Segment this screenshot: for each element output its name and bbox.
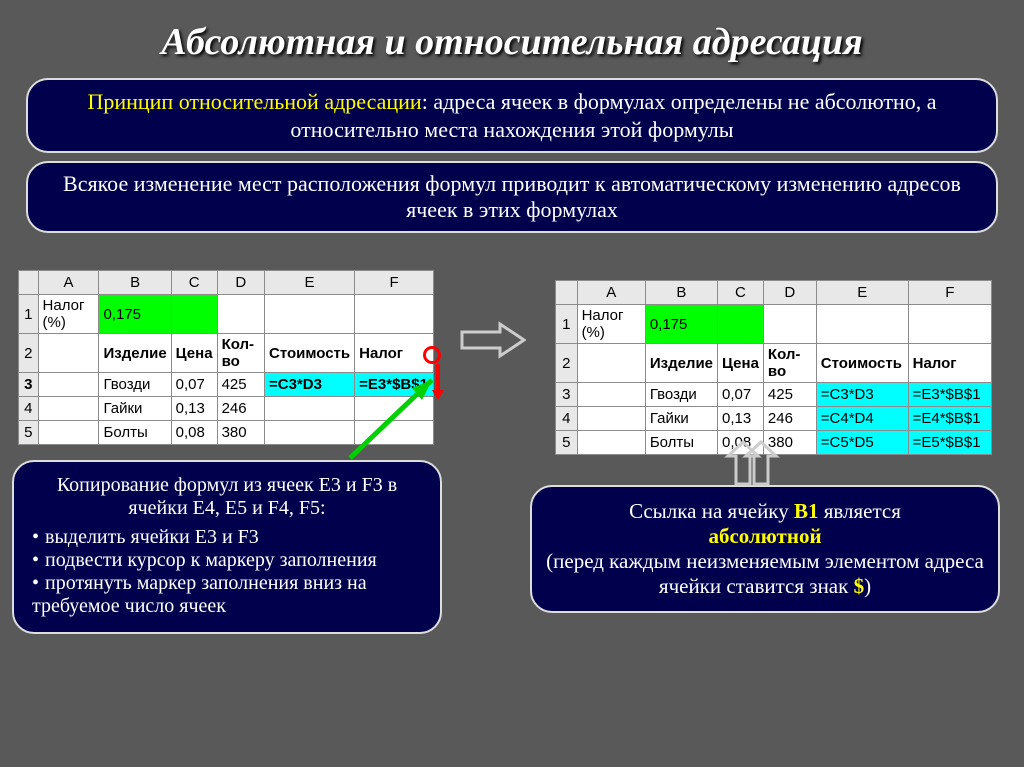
slide-title: Абсолютная и относительная адресация	[18, 20, 1006, 64]
cell-green	[171, 295, 217, 334]
cell: 0,13	[718, 407, 764, 431]
copy-heading: Копирование формул из ячеек E3 и F3 в яч…	[32, 474, 422, 520]
col-header: B	[645, 281, 717, 305]
ref-cell-name: B1	[794, 499, 819, 523]
cell: 246	[763, 407, 816, 431]
row-header: 5	[19, 421, 39, 445]
principle-box: Принцип относительной адресации: адреса …	[26, 78, 998, 153]
cell	[355, 295, 434, 334]
cell: Стоимость	[816, 344, 908, 383]
ref-text: Ссылка на ячейку	[629, 499, 794, 523]
cell: Стоимость	[264, 334, 354, 373]
cell-formula: =E5*$B$1	[908, 431, 991, 455]
cell: 380	[217, 421, 264, 445]
col-header: D	[217, 271, 264, 295]
col-header: E	[264, 271, 354, 295]
col-header: A	[577, 281, 645, 305]
cell	[816, 305, 908, 344]
cell-formula: =E3*$B$1	[908, 383, 991, 407]
cell: Цена	[171, 334, 217, 373]
cell-green: 0,175	[645, 305, 717, 344]
col-header: C	[718, 281, 764, 305]
row-header: 3	[19, 373, 39, 397]
fill-handle-circle-icon	[423, 346, 441, 364]
cell: Налог	[908, 344, 991, 383]
copy-step: подвести курсор к маркеру заполнения	[32, 549, 422, 572]
cell-formula: =C5*D5	[816, 431, 908, 455]
cell: Гайки	[645, 407, 717, 431]
col-header: A	[38, 271, 99, 295]
cell	[38, 397, 99, 421]
up-arrows-icon	[720, 440, 780, 486]
cell: Кол-во	[763, 344, 816, 383]
cell-formula: =C4*D4	[816, 407, 908, 431]
cell	[38, 334, 99, 373]
cell	[38, 421, 99, 445]
cell: Налог (%)	[577, 305, 645, 344]
corner-cell	[556, 281, 578, 305]
ref-absolute-word: абсолютной	[708, 524, 821, 548]
cell	[908, 305, 991, 344]
cell: Изделие	[645, 344, 717, 383]
cell: Кол-во	[217, 334, 264, 373]
cell: 425	[763, 383, 816, 407]
cell: 0,08	[171, 421, 217, 445]
principle-highlight: Принцип относительной адресации	[87, 89, 421, 114]
row-header: 1	[19, 295, 39, 334]
cell: 0,07	[718, 383, 764, 407]
cell: 0,07	[171, 373, 217, 397]
copy-step: протянуть маркер заполнения вниз на треб…	[32, 572, 422, 618]
red-arrow-down-icon	[430, 364, 446, 400]
cell	[217, 295, 264, 334]
row-header: 3	[556, 383, 578, 407]
cell: Налог	[355, 334, 434, 373]
cell: 425	[217, 373, 264, 397]
cell-green: 0,175	[99, 295, 171, 334]
ref-text: является	[818, 499, 900, 523]
arrow-right-icon	[460, 320, 526, 360]
cell	[577, 344, 645, 383]
cell	[577, 407, 645, 431]
cell: Гвозди	[645, 383, 717, 407]
cell: Болты	[99, 421, 171, 445]
row-header: 2	[556, 344, 578, 383]
consequence-box: Всякое изменение мест расположения форму…	[26, 161, 998, 233]
cell-formula: =C3*D3	[816, 383, 908, 407]
row-header: 5	[556, 431, 578, 455]
cell	[763, 305, 816, 344]
ref-text: )	[864, 574, 871, 598]
cell: 0,13	[171, 397, 217, 421]
col-header: F	[908, 281, 991, 305]
cell: Болты	[645, 431, 717, 455]
cell	[577, 431, 645, 455]
cell	[577, 383, 645, 407]
cell	[38, 373, 99, 397]
copy-instructions-box: Копирование формул из ячеек E3 и F3 в яч…	[12, 460, 442, 634]
ref-text: (перед каждым неизменяемым элементом адр…	[546, 549, 984, 598]
cell: Цена	[718, 344, 764, 383]
row-header: 2	[19, 334, 39, 373]
col-header: B	[99, 271, 171, 295]
col-header: D	[763, 281, 816, 305]
cell: Гвозди	[99, 373, 171, 397]
row-header: 4	[556, 407, 578, 431]
cell: 246	[217, 397, 264, 421]
col-header: F	[355, 271, 434, 295]
col-header: E	[816, 281, 908, 305]
copy-step: выделить ячейки E3 и F3	[32, 526, 422, 549]
cell: Изделие	[99, 334, 171, 373]
cell-formula: =E4*$B$1	[908, 407, 991, 431]
row-header: 4	[19, 397, 39, 421]
cell	[264, 295, 354, 334]
col-header: C	[171, 271, 217, 295]
cell-green	[718, 305, 764, 344]
cell: Налог (%)	[38, 295, 99, 334]
spreadsheet-after: A B C D E F 1 Налог (%) 0,175 2 Изделие	[555, 280, 992, 455]
absolute-ref-box: Ссылка на ячейку B1 является абсолютной …	[530, 485, 1000, 613]
row-header: 1	[556, 305, 578, 344]
corner-cell	[19, 271, 39, 295]
ref-dollar: $	[854, 574, 865, 598]
cell: Гайки	[99, 397, 171, 421]
